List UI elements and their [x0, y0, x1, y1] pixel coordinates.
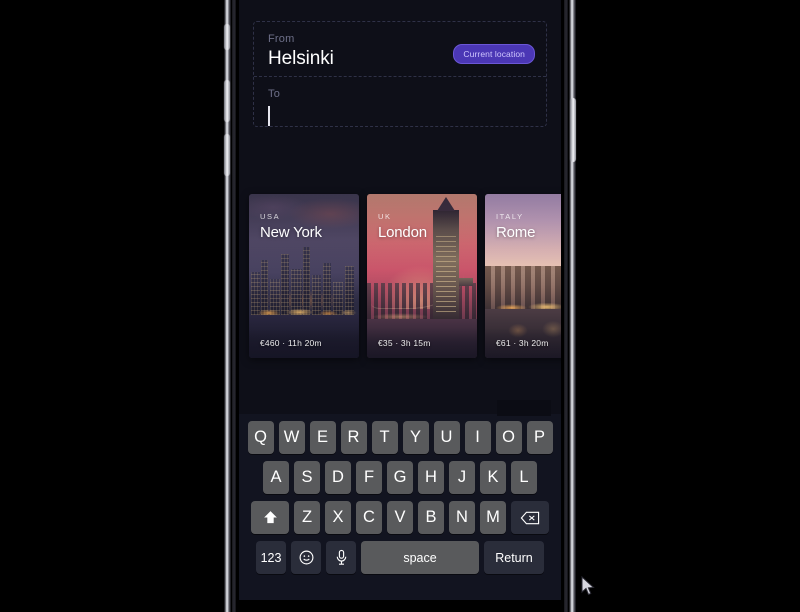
destination-card-list: USA New York €460 · 11h 20m UK London €3…	[249, 194, 561, 358]
power-button[interactable]	[570, 98, 576, 162]
dictation-key[interactable]	[326, 541, 356, 574]
from-field[interactable]: From Helsinki Current location	[254, 22, 546, 77]
key-k[interactable]: K	[480, 461, 506, 494]
card-price-duration: €61 · 3h 20m	[496, 338, 549, 348]
card-city-label: New York	[260, 224, 322, 241]
keyboard-row-3: Z X C V B N M	[239, 501, 561, 534]
keyboard-row-2: A S D F G H J K L	[239, 461, 561, 494]
key-e[interactable]: E	[309, 421, 336, 454]
screenshot-stage: From Helsinki Current location To USA Ne…	[0, 0, 800, 612]
device-right-bezel	[569, 0, 576, 612]
to-field[interactable]: To	[254, 77, 546, 126]
new-york-card-heading: USA New York	[260, 212, 351, 242]
keyboard-corner-patch	[497, 400, 551, 416]
route-search-panel: From Helsinki Current location To	[253, 21, 547, 127]
backspace-icon	[520, 510, 540, 526]
card-country-label: USA	[260, 212, 281, 221]
key-p[interactable]: P	[526, 421, 553, 454]
key-f[interactable]: F	[356, 461, 382, 494]
keyboard-row-1: Q W E R T Y U I O P	[239, 421, 561, 454]
space-key[interactable]: space	[361, 541, 479, 574]
phone-screen: From Helsinki Current location To USA Ne…	[239, 0, 561, 600]
key-a[interactable]: A	[263, 461, 289, 494]
card-country-label: ITALY	[496, 212, 524, 221]
card-city-label: London	[378, 224, 427, 241]
key-q[interactable]: Q	[247, 421, 274, 454]
volume-up-button[interactable]	[224, 80, 230, 122]
key-v[interactable]: V	[387, 501, 413, 534]
key-y[interactable]: Y	[402, 421, 429, 454]
to-field-label: To	[268, 88, 281, 100]
key-g[interactable]: G	[387, 461, 413, 494]
destination-card-new-york[interactable]: USA New York €460 · 11h 20m	[249, 194, 359, 358]
card-price-duration: €35 · 3h 15m	[378, 338, 431, 348]
on-screen-keyboard: Q W E R T Y U I O P A S D F G H J K L Z …	[239, 400, 561, 600]
destination-card-rome[interactable]: ITALY Rome €61 · 3h 20m	[485, 194, 561, 358]
key-j[interactable]: J	[449, 461, 475, 494]
rome-card-heading: ITALY Rome	[496, 212, 561, 242]
numbers-key[interactable]: 123	[256, 541, 286, 574]
text-caret	[268, 106, 270, 126]
backspace-key[interactable]	[511, 501, 549, 534]
current-location-button[interactable]: Current location	[453, 44, 535, 64]
london-card-heading: UK London	[378, 212, 469, 242]
key-h[interactable]: H	[418, 461, 444, 494]
device-right-bezel-inner	[564, 0, 568, 612]
return-key[interactable]: Return	[484, 541, 544, 574]
key-d[interactable]: D	[325, 461, 351, 494]
key-b[interactable]: B	[418, 501, 444, 534]
key-r[interactable]: R	[340, 421, 367, 454]
keyboard-row-4: 123 space Return	[239, 541, 561, 574]
card-price-duration: €460 · 11h 20m	[260, 338, 322, 348]
emoji-key[interactable]	[291, 541, 321, 574]
rome-card-footer: €61 · 3h 20m	[485, 328, 561, 358]
emoji-icon	[298, 549, 315, 566]
key-o[interactable]: O	[495, 421, 522, 454]
microphone-icon	[334, 549, 349, 566]
key-x[interactable]: X	[325, 501, 351, 534]
key-i[interactable]: I	[464, 421, 491, 454]
key-c[interactable]: C	[356, 501, 382, 534]
shift-key[interactable]	[251, 501, 289, 534]
key-t[interactable]: T	[371, 421, 398, 454]
key-n[interactable]: N	[449, 501, 475, 534]
key-z[interactable]: Z	[294, 501, 320, 534]
london-card-footer: €35 · 3h 15m	[367, 328, 477, 358]
phone-device-frame: From Helsinki Current location To USA Ne…	[210, 0, 590, 612]
key-w[interactable]: W	[278, 421, 305, 454]
new-york-card-footer: €460 · 11h 20m	[249, 328, 359, 358]
shift-icon	[262, 509, 279, 526]
card-city-label: Rome	[496, 224, 536, 241]
destination-card-london[interactable]: UK London €35 · 3h 15m	[367, 194, 477, 358]
key-l[interactable]: L	[511, 461, 537, 494]
key-s[interactable]: S	[294, 461, 320, 494]
volume-down-button[interactable]	[224, 134, 230, 176]
card-country-label: UK	[378, 212, 392, 221]
silent-switch-button[interactable]	[224, 24, 230, 50]
device-left-bezel-inner	[232, 0, 236, 612]
key-m[interactable]: M	[480, 501, 506, 534]
to-field-value	[268, 102, 532, 126]
key-u[interactable]: U	[433, 421, 460, 454]
